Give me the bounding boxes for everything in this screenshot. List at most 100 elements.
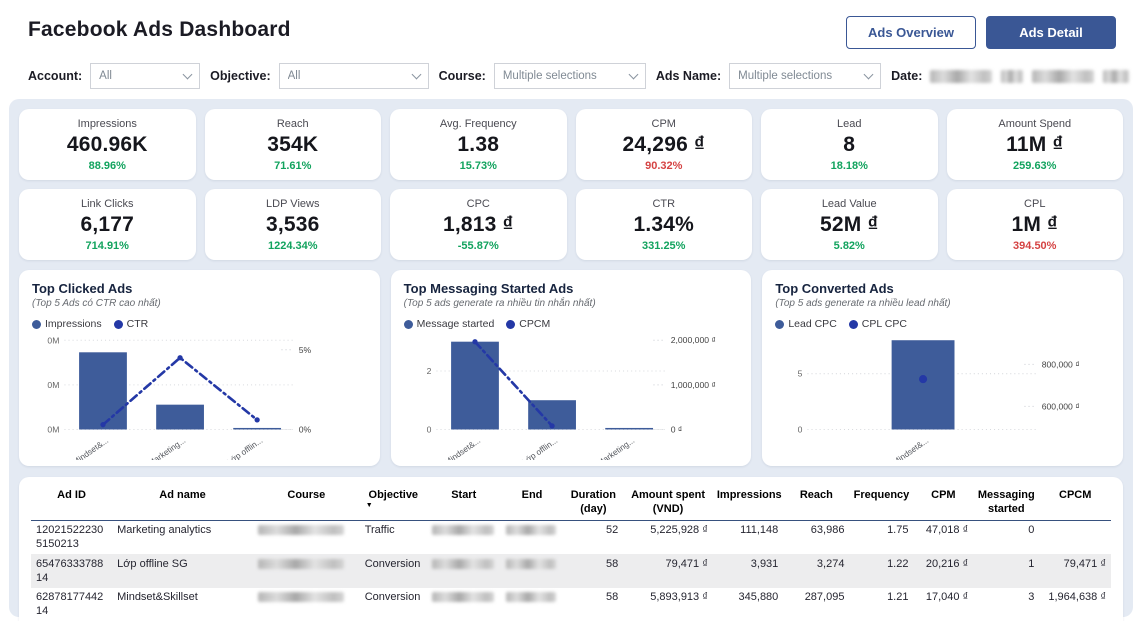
- account-dropdown[interactable]: All: [90, 63, 201, 89]
- column-header-impressions[interactable]: Impressions: [713, 485, 783, 520]
- column-header-messaging-started[interactable]: Messaging started: [973, 485, 1039, 520]
- bar-mindset[interactable]: [891, 340, 955, 430]
- line-marker[interactable]: [100, 422, 106, 428]
- kpi-delta: 18.18%: [830, 160, 868, 172]
- cell-duration-day: 58: [605, 591, 619, 604]
- filter-date: Date:: [891, 69, 1130, 83]
- legend-item-cpl-cpc: CPL CPC: [848, 318, 907, 330]
- cell-amount-spent-vnd: 79,471 ₫: [665, 557, 708, 570]
- ads-overview-button[interactable]: Ads Overview: [846, 16, 976, 49]
- cell-ad-id: 120215222305150213: [36, 524, 104, 551]
- line-marker[interactable]: [177, 355, 183, 361]
- legend-label: Impressions: [45, 318, 102, 330]
- left-axis-tick: 0: [426, 425, 431, 435]
- filter-label: Objective:: [210, 69, 271, 83]
- redacted-cell-value: [431, 592, 494, 603]
- legend-item-impressions: Impressions: [32, 318, 102, 330]
- redacted-cell-value: [505, 525, 556, 536]
- legend-item-ctr: CTR: [113, 318, 148, 330]
- filter-objective: Objective: All: [210, 63, 429, 89]
- objective-dropdown[interactable]: All: [278, 63, 429, 89]
- cell-impressions: 345,880: [738, 591, 779, 604]
- cell-ad-name: Lớp offline SG: [117, 557, 188, 570]
- left-axis-tick: 0M: [47, 380, 59, 390]
- cell-cpcm: 1,964,638 ₫: [1048, 591, 1106, 604]
- column-header-ad-id[interactable]: Ad ID: [31, 485, 112, 520]
- ads-name-dropdown[interactable]: Multiple selections: [729, 63, 882, 89]
- ads-detail-button[interactable]: Ads Detail: [986, 16, 1116, 49]
- cell-reach: 63,986: [810, 524, 845, 536]
- line-marker[interactable]: [549, 423, 555, 429]
- chart-title: Top Converted Ads: [775, 281, 894, 296]
- filter-label: Ads Name:: [655, 69, 722, 83]
- column-header-ad-name[interactable]: Ad name: [112, 485, 253, 520]
- legend-dot-icon: [32, 319, 41, 329]
- chevron-down-icon: [182, 69, 193, 80]
- column-header-objective[interactable]: Objective ▼: [360, 485, 427, 520]
- kpi-value: 52M ₫: [820, 213, 879, 236]
- table-row[interactable]: 120215222305150213 Marketing analytics Tra…: [31, 520, 1111, 554]
- dropdown-value: Multiple selections: [738, 70, 833, 82]
- chart-title: Top Clicked Ads: [32, 281, 133, 296]
- redacted-date-value: [1001, 69, 1024, 83]
- column-header-frequency[interactable]: Frequency: [849, 485, 913, 520]
- chart-card-top-messaging-started-ads: Top Messaging Started Ads (Top 5 ads gene…: [390, 270, 752, 466]
- column-header-duration-day[interactable]: Duration (day): [563, 485, 623, 520]
- right-axis-tick: 2,000,000 ₫: [670, 335, 715, 345]
- chevron-down-icon: [863, 69, 874, 80]
- right-axis-tick: 1,000,000 ₫: [670, 380, 715, 390]
- line-marker[interactable]: [254, 417, 260, 423]
- bar-l-p-offlin[interactable]: [233, 427, 282, 430]
- category-label: Marketing...: [146, 435, 187, 460]
- ads-detail-table: Ad ID Ad name Course Objective ▼ Start End Dura…: [31, 485, 1111, 621]
- cell-messaging-started: 0: [1028, 524, 1035, 536]
- filter-label: Account:: [28, 69, 83, 83]
- column-header-reach[interactable]: Reach: [783, 485, 849, 520]
- redacted-cell-value: [431, 525, 494, 536]
- line-marker[interactable]: [472, 339, 478, 345]
- column-header-start[interactable]: Start: [427, 485, 501, 520]
- cell-objective: Conversion: [364, 557, 421, 570]
- column-header-cpcm[interactable]: CPCM: [1039, 485, 1111, 520]
- dropdown-value: All: [99, 70, 112, 82]
- column-header-end[interactable]: End: [501, 485, 564, 520]
- legend-dot-icon: [848, 319, 858, 329]
- chart-card-top-clicked-ads: Top Clicked Ads (Top 5 Ads có CTR cao nhấ…: [19, 270, 380, 466]
- column-header-course[interactable]: Course: [253, 485, 360, 520]
- bar-mindset[interactable]: [450, 341, 499, 430]
- cell-course: [253, 520, 360, 554]
- column-header-cpm[interactable]: CPM: [913, 485, 973, 520]
- dropdown-value: Multiple selections: [502, 70, 597, 82]
- legend-dot-icon: [403, 319, 413, 329]
- chart-title: Top Messaging Started Ads: [403, 281, 574, 296]
- bar-mindset[interactable]: [79, 352, 127, 430]
- chevron-down-icon: [628, 69, 639, 80]
- kpi-card-reach: Reach 354K 71.61%: [204, 109, 381, 180]
- bar-marketing[interactable]: [604, 427, 653, 430]
- cell-ad-name: Mindset&Skillset: [117, 591, 198, 604]
- kpi-label: CPC: [466, 198, 490, 210]
- left-axis-tick: 2: [426, 366, 431, 376]
- bar-marketing[interactable]: [156, 404, 204, 430]
- cell-impressions: 3,931: [750, 557, 779, 570]
- cell-end: [501, 520, 564, 554]
- course-dropdown[interactable]: Multiple selections: [493, 63, 646, 89]
- chevron-down-icon: [411, 69, 422, 80]
- legend-item-message-started: Message started: [403, 318, 494, 330]
- cell-course: [253, 588, 360, 621]
- redacted-date-value: [930, 69, 993, 83]
- redacted-cell-value: [257, 558, 344, 569]
- dashboard-content: Impressions 460.96K 88.96% Reach 354K 71.61% A…: [9, 99, 1133, 621]
- ads-table-card: Ad ID Ad name Course Objective ▼ Start End Dura…: [19, 477, 1123, 621]
- line-marker[interactable]: [919, 375, 928, 384]
- filter-label: Date:: [891, 69, 923, 83]
- cell-objective: Traffic: [364, 524, 395, 536]
- cell-reach: 3,274: [816, 557, 845, 570]
- column-header-amount-spent-vnd[interactable]: Amount spent (VND): [623, 485, 713, 520]
- table-row[interactable]: 6287817744214 Mindset&Skillset Conversion 5…: [31, 588, 1111, 621]
- kpi-label: Avg. Frequency: [439, 118, 517, 130]
- left-axis-tick: 0: [798, 425, 803, 435]
- chart-legend: Message started CPCM: [403, 318, 739, 330]
- table-row[interactable]: 6547633378814 Lớp offline SG Conversion 58 7…: [31, 554, 1111, 588]
- date-range-slicer[interactable]: [930, 69, 1130, 83]
